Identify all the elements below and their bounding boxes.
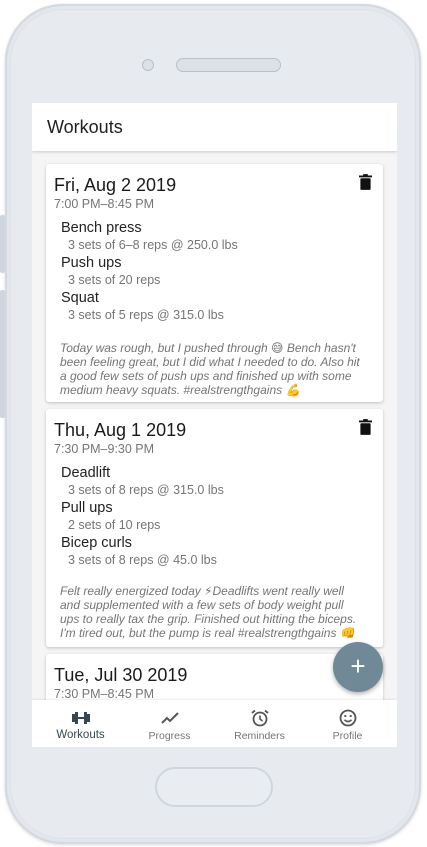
exercise-name: Deadlift — [61, 465, 111, 481]
workout-card[interactable]: Thu, Aug 1 2019 7:30 PM–9:30 PM Deadlift… — [46, 409, 383, 647]
workout-list[interactable]: Fri, Aug 2 2019 7:00 PM–8:45 PM Bench pr… — [32, 151, 397, 700]
nav-label: Profile — [332, 730, 363, 742]
nav-label: Progress — [148, 730, 191, 742]
nav-label: Workouts — [56, 729, 105, 741]
exercise-detail: 3 sets of 5 reps @ 315.0 lbs — [68, 308, 224, 322]
exercise-detail: 3 sets of 20 reps — [68, 273, 161, 287]
app-screen: Workouts Fri, Aug 2 2019 7:00 PM–8:45 PM… — [32, 103, 397, 747]
page-title: Workouts — [47, 117, 123, 137]
workout-time: 7:00 PM–8:45 PM — [54, 197, 155, 211]
app-bar: Workouts — [32, 103, 397, 151]
smiley-icon — [339, 709, 357, 727]
delete-icon[interactable] — [359, 419, 372, 435]
note-line: been feeling great, but I did what I nee… — [60, 355, 360, 369]
note-line: medium heavy squats. #realstrengthgains … — [60, 383, 301, 397]
exercise-item: Bench press 3 sets of 6–8 reps @ 250.0 l… — [61, 220, 371, 255]
note-line: ups to really tax the grip. Finished out… — [60, 612, 357, 626]
exercise-item: Squat 3 sets of 5 reps @ 315.0 lbs — [61, 290, 371, 325]
note-line: Felt really energized today ⚡Deadlifts w… — [60, 584, 344, 598]
exercise-name: Bench press — [61, 220, 142, 236]
workout-date: Tue, Jul 30 2019 — [54, 665, 188, 685]
exercise-name: Bicep curls — [61, 535, 132, 551]
earpiece-speaker — [176, 58, 281, 72]
note-line: I'm tired out, but the pump is real #rea… — [60, 626, 355, 640]
dumbbell-icon — [72, 712, 90, 724]
workout-time: 7:30 PM–9:30 PM — [54, 442, 155, 456]
alarm-icon — [251, 709, 269, 727]
exercise-name: Squat — [61, 290, 99, 306]
nav-item-workouts[interactable]: Workouts — [35, 700, 126, 747]
delete-icon[interactable] — [359, 174, 372, 190]
exercise-detail: 3 sets of 8 reps @ 315.0 lbs — [68, 483, 224, 497]
workout-card[interactable]: Tue, Jul 30 2019 7:30 PM–8:45 PM — [46, 654, 383, 700]
workout-note: Today was rough, but I pushed through 😅 … — [60, 341, 372, 397]
exercise-list: Deadlift 3 sets of 8 reps @ 315.0 lbs Pu… — [61, 465, 371, 570]
exercise-detail: 3 sets of 8 reps @ 45.0 lbs — [68, 553, 217, 567]
nav-item-profile[interactable]: Profile — [302, 700, 393, 747]
plus-icon: + — [350, 651, 366, 681]
volume-up-button — [0, 215, 5, 273]
exercise-item: Pull ups 2 sets of 10 reps — [61, 500, 371, 535]
exercise-detail: 3 sets of 6–8 reps @ 250.0 lbs — [68, 238, 238, 252]
workout-time: 7:30 PM–8:45 PM — [54, 687, 155, 700]
workout-card[interactable]: Fri, Aug 2 2019 7:00 PM–8:45 PM Bench pr… — [46, 164, 383, 402]
workout-date: Fri, Aug 2 2019 — [54, 175, 177, 195]
volume-down-button — [0, 290, 5, 418]
exercise-item: Bicep curls 3 sets of 8 reps @ 45.0 lbs — [61, 535, 371, 570]
add-workout-button[interactable]: + — [333, 642, 383, 692]
nav-item-progress[interactable]: Progress — [124, 700, 215, 747]
note-line: Today was rough, but I pushed through 😅 … — [60, 341, 356, 355]
nav-label: Reminders — [234, 730, 285, 742]
note-line: and supplemented with a few sets of body… — [60, 598, 344, 612]
workout-date: Thu, Aug 1 2019 — [54, 420, 187, 440]
bottom-navigation: Workouts Progress Reminders Profile — [32, 700, 397, 747]
exercise-list: Bench press 3 sets of 6–8 reps @ 250.0 l… — [61, 220, 371, 325]
exercise-item: Deadlift 3 sets of 8 reps @ 315.0 lbs — [61, 465, 371, 500]
exercise-name: Push ups — [61, 255, 122, 271]
exercise-item: Push ups 3 sets of 20 reps — [61, 255, 371, 290]
trend-icon — [161, 712, 179, 724]
front-camera — [142, 59, 154, 71]
note-line: a good few sets of push ups and finished… — [60, 369, 352, 383]
home-button[interactable] — [155, 767, 273, 807]
exercise-detail: 2 sets of 10 reps — [68, 518, 161, 532]
exercise-name: Pull ups — [61, 500, 113, 516]
nav-item-reminders[interactable]: Reminders — [214, 700, 305, 747]
workout-note: Felt really energized today ⚡Deadlifts w… — [60, 584, 372, 640]
